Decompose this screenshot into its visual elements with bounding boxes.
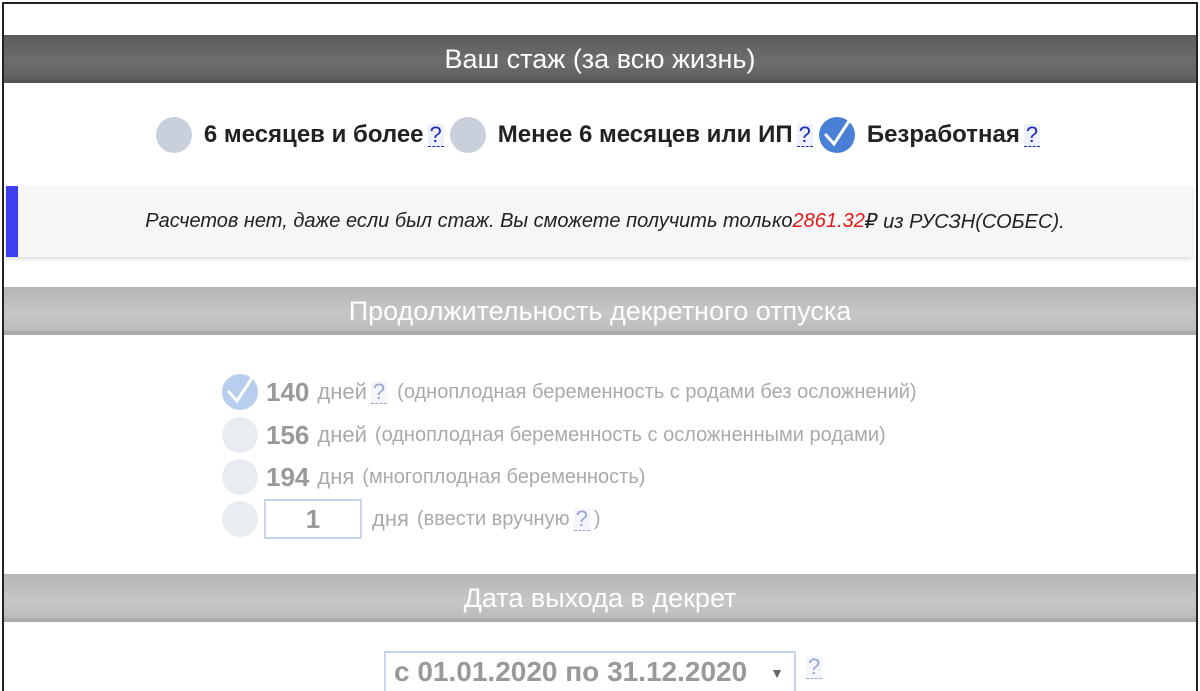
info-notice: Расчетов нет, даже если был стаж. Вы смо…	[6, 186, 1192, 257]
manual-days-input[interactable]: 1	[264, 499, 362, 539]
stazh-option-label: Безработная	[866, 121, 1020, 148]
duration-unit: дня	[372, 506, 409, 531]
stazh-option-label: 6 месяцев и более	[203, 121, 424, 148]
duration-desc: (многоплодная беременность)	[362, 465, 646, 488]
stazh-options: 6 месяцев и более ? Менее 6 месяцев или …	[0, 117, 1200, 153]
duration-desc: (ввести вручную	[416, 507, 570, 530]
duration-option-140[interactable]: 140 дней ? (одноплодная беременность с р…	[222, 374, 917, 410]
duration-unit: дня	[317, 464, 355, 489]
duration-unit: дней	[317, 379, 367, 404]
radio-manual[interactable]	[222, 501, 258, 537]
stazh-option-label: Менее 6 месяцев или ИП	[497, 121, 793, 148]
notice-amount: 2861.32	[792, 210, 865, 232]
duration-section-header: Продолжительность декретного отпуска	[4, 287, 1196, 335]
stazh-option-unemployed[interactable]: Безработная ?	[818, 117, 1044, 153]
help-icon[interactable]: ?	[370, 380, 388, 404]
duration-option-manual[interactable]: 1 дня (ввести вручную ? )	[222, 499, 601, 539]
duration-option-156[interactable]: 156 дней (одноплодная беременность с осл…	[222, 417, 886, 453]
checkmark-icon	[227, 376, 254, 404]
duration-desc: (одноплодная беременность с осложненными…	[374, 423, 886, 446]
stazh-option-6plus[interactable]: 6 месяцев и более ?	[155, 117, 448, 153]
decree-date-select[interactable]: с 01.01.2020 по 31.12.2020 ▼	[384, 651, 796, 691]
stazh-title: Ваш стаж (за всю жизнь)	[444, 43, 756, 74]
duration-days: 156	[266, 419, 310, 450]
checkmark-icon	[824, 119, 851, 147]
duration-title: Продолжительность декретного отпуска	[348, 295, 852, 326]
radio-140[interactable]	[222, 374, 258, 410]
help-icon[interactable]: ?	[427, 123, 444, 147]
duration-days: 194	[266, 461, 310, 492]
chevron-down-icon: ▼	[770, 665, 784, 681]
duration-desc: (одноплодная беременность с родами без о…	[397, 380, 917, 403]
decree-date-title: Дата выхода в декрет	[463, 582, 737, 613]
radio-unemployed[interactable]	[818, 117, 855, 153]
stazh-section-header: Ваш стаж (за всю жизнь)	[4, 35, 1196, 83]
help-icon[interactable]: ?	[806, 656, 823, 679]
radio-156[interactable]	[222, 417, 258, 453]
notice-text-before: Расчетов нет, даже если был стаж. Вы смо…	[145, 210, 793, 232]
decree-date-value: с 01.01.2020 по 31.12.2020	[394, 656, 748, 687]
radio-194[interactable]	[222, 459, 258, 495]
radio-6plus[interactable]	[155, 117, 192, 153]
radio-less6[interactable]	[449, 117, 486, 153]
stazh-option-less6[interactable]: Менее 6 месяцев или ИП ?	[449, 117, 817, 153]
duration-desc-close: )	[593, 507, 601, 530]
duration-days: 140	[266, 376, 310, 407]
notice-text-after: ₽ из РУСЗН(СОБЕС).	[864, 211, 1065, 233]
duration-unit: дней	[317, 422, 367, 447]
help-icon[interactable]: ?	[796, 123, 813, 147]
decree-date-section-header: Дата выхода в декрет	[4, 574, 1196, 622]
duration-option-194[interactable]: 194 дня (многоплодная беременность)	[222, 459, 645, 495]
help-icon[interactable]: ?	[1023, 123, 1041, 147]
help-icon[interactable]: ?	[573, 507, 590, 531]
